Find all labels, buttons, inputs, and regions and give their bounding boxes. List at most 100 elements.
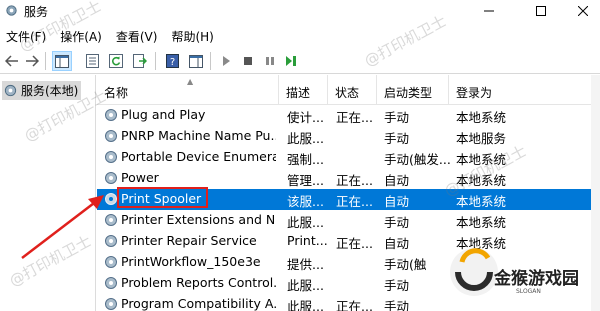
column-header-name[interactable]: ▲ 名称 <box>97 75 279 105</box>
cell-name: Plug and Play <box>121 107 206 122</box>
cell-logon-as: 本地系统 <box>456 194 507 209</box>
play-icon <box>223 56 230 66</box>
cell-description: 此服... <box>287 215 324 230</box>
column-header-description[interactable]: 描述 <box>279 75 328 105</box>
column-header-status[interactable]: 状态 <box>328 75 377 105</box>
properties-button[interactable] <box>82 51 102 71</box>
column-header-label: 状态 <box>335 86 360 100</box>
cell-description: 管理... <box>287 173 324 188</box>
forward-arrow-icon <box>26 55 39 67</box>
cell-description: 提供... <box>287 257 324 272</box>
help-icon: ? <box>165 54 179 68</box>
cell-startup-type: 自动 <box>384 236 410 251</box>
service-gear-icon <box>105 109 117 121</box>
restart-icon <box>286 56 296 66</box>
maximize-icon <box>536 6 546 16</box>
cell-startup-type: 手动 <box>384 299 410 311</box>
cell-name: PrintWorkflow_150e3e <box>121 254 261 269</box>
cell-description: 此服... <box>287 278 324 293</box>
cell-startup-type: 自动 <box>384 194 410 209</box>
services-gear-icon <box>4 84 17 97</box>
menu-help[interactable]: 帮助(H) <box>165 24 221 46</box>
annotation-highlight-box <box>117 187 208 208</box>
cell-name: Printer Extensions and N... <box>121 212 276 227</box>
service-gear-icon <box>105 298 117 310</box>
close-icon <box>578 6 588 16</box>
action-pane-icon <box>189 54 203 68</box>
cell-status: 正在... <box>336 173 373 188</box>
cell-startup-type: 手动 <box>384 278 410 293</box>
back-arrow-icon <box>5 55 18 67</box>
cell-status: 正在... <box>336 299 373 311</box>
column-header-logon-as[interactable]: 登录为 <box>449 75 600 105</box>
cell-name: PNRP Machine Name Pu... <box>121 128 276 143</box>
help-button[interactable]: ? <box>162 51 182 71</box>
column-header-startup-type[interactable]: 启动类型 <box>377 75 449 105</box>
site-logo: 金猴游戏园 SLOGAN <box>448 244 579 310</box>
show-console-tree-button[interactable] <box>52 51 72 71</box>
maximize-button[interactable] <box>518 0 564 22</box>
properties-icon <box>85 54 99 68</box>
service-gear-icon <box>105 151 117 163</box>
column-header-label: 描述 <box>286 86 311 100</box>
cell-startup-type: 手动 <box>384 110 410 125</box>
column-header-row: ▲ 名称 描述 状态 启动类型 登录为 <box>97 75 600 105</box>
cell-name: Portable Device Enumera... <box>121 149 276 164</box>
stop-icon <box>244 57 252 65</box>
refresh-icon <box>109 54 123 68</box>
cell-description: 此服... <box>287 299 324 311</box>
cell-name: Problem Reports Control... <box>121 275 276 290</box>
minimize-button[interactable] <box>466 0 512 22</box>
column-header-label: 名称 <box>104 86 129 100</box>
table-row[interactable]: Plug and Play 使计... 正在... 手动 本地系统 <box>97 105 600 126</box>
cell-status: 正在... <box>336 194 373 209</box>
table-row[interactable]: PNRP Machine Name Pu... 此服... 手动 本地服务 <box>97 126 600 147</box>
show-action-pane-button[interactable] <box>186 51 206 71</box>
monkey-logo-icon <box>450 248 498 296</box>
menu-view[interactable]: 查看(V) <box>110 24 166 46</box>
close-button[interactable] <box>560 0 600 22</box>
start-service-button[interactable] <box>216 51 236 71</box>
cell-name: Power <box>121 170 159 185</box>
cell-name: Program Compatibility A... <box>121 296 276 311</box>
stop-service-button[interactable] <box>238 51 258 71</box>
cell-startup-type: 自动 <box>384 173 410 188</box>
tree-item-services-local[interactable]: 服务(本地) <box>2 81 82 100</box>
cell-startup-type: 手动 <box>384 215 410 230</box>
export-list-button[interactable] <box>130 51 150 71</box>
toolbar-separator <box>210 52 211 70</box>
cell-description: 此服... <box>287 131 324 146</box>
cell-description: Print... <box>287 233 328 248</box>
cell-description: 该服... <box>287 194 324 209</box>
refresh-button[interactable] <box>106 51 126 71</box>
cell-name: Printer Repair Service <box>121 233 257 248</box>
table-row[interactable]: Printer Extensions and N... 此服... 手动 本地系… <box>97 210 600 231</box>
cell-status: 正在... <box>336 236 373 251</box>
minimize-icon <box>484 10 494 12</box>
cell-startup-type: 手动 <box>384 131 410 146</box>
toolbar-separator <box>155 52 156 70</box>
sort-ascending-icon: ▲ <box>187 77 194 86</box>
cell-logon-as: 本地系统 <box>456 110 507 125</box>
column-header-label: 启动类型 <box>384 86 433 100</box>
restart-service-button[interactable] <box>282 51 302 71</box>
menu-bar: 文件(F) 操作(A) 查看(V) 帮助(H) <box>0 24 600 46</box>
toolbar-separator <box>45 52 46 70</box>
service-gear-icon <box>105 277 117 289</box>
services-gear-icon <box>6 5 17 16</box>
vertical-scrollbar[interactable] <box>591 75 600 311</box>
tree-item-label: 服务(本地) <box>21 84 79 98</box>
service-gear-icon <box>105 130 117 142</box>
column-header-label: 登录为 <box>456 86 493 100</box>
pause-service-button[interactable] <box>260 51 280 71</box>
cell-description: 强制... <box>287 152 324 167</box>
svg-text:?: ? <box>169 57 174 68</box>
back-button[interactable] <box>2 51 22 71</box>
table-row[interactable]: Power 管理... 正在... 自动 本地系统 <box>97 168 600 189</box>
export-list-icon <box>133 54 147 68</box>
logo-text: 金猴游戏园 <box>494 269 579 289</box>
cell-status: 正在... <box>336 110 373 125</box>
service-gear-icon <box>105 172 117 184</box>
pause-icon <box>266 57 274 65</box>
console-tree-icon <box>55 54 69 68</box>
